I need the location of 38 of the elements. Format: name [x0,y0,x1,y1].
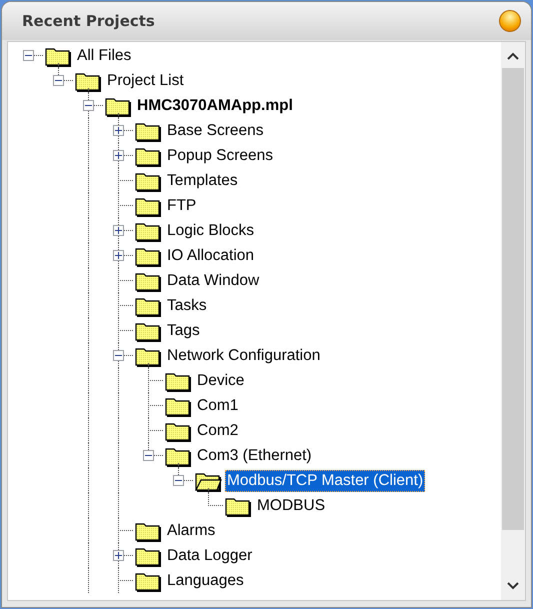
tree-item[interactable]: Network Configuration [165,344,322,366]
tree-item[interactable]: Logic Blocks [165,220,256,242]
tree-item[interactable]: HMC3070AMApp.mpl [135,94,295,116]
expand-icon[interactable] [112,550,124,561]
expand-icon[interactable] [112,250,124,261]
tree-item[interactable]: IO Allocation [165,244,256,266]
tree-item[interactable]: Tags [165,320,202,342]
tree-item[interactable]: Data Logger [165,544,254,566]
tree-item[interactable]: Project List [105,70,186,92]
collapse-icon[interactable] [82,100,94,111]
tree-item[interactable]: Com1 [195,394,240,416]
tree-item[interactable]: All Files [75,44,134,66]
tree-item[interactable]: Modbus/TCP Master (Client) [225,470,426,492]
collapse-icon[interactable] [112,350,124,361]
scrollbar-thumb[interactable] [502,68,524,530]
panel-title: Recent Projects [22,10,155,32]
collapse-icon[interactable] [22,50,34,61]
scroll-down-icon[interactable] [507,582,519,590]
tree-item[interactable]: Base Screens [165,120,266,142]
expand-icon[interactable] [112,150,124,161]
tree-item[interactable]: Device [195,370,246,392]
tree-item[interactable]: MODBUS [255,494,328,516]
scroll-up-icon[interactable] [507,52,519,60]
tree-item[interactable]: Com3 (Ethernet) [195,444,314,466]
expand-icon[interactable] [112,225,124,236]
tree-item[interactable]: Com2 [195,420,240,442]
tree-item[interactable]: Popup Screens [165,144,275,166]
collapse-icon[interactable] [52,75,64,86]
tree-item[interactable]: Templates [165,170,240,192]
tree-item[interactable]: FTP [165,194,198,216]
tree-item[interactable]: Tasks [165,294,209,316]
scrollbar[interactable] [501,42,525,600]
tree-item[interactable]: Alarms [165,520,218,542]
collapse-icon[interactable] [172,475,184,486]
expand-icon[interactable] [112,125,124,136]
collapse-icon[interactable] [142,450,154,461]
tree-item[interactable]: Languages [165,570,246,592]
tree-item[interactable]: Data Window [165,270,262,292]
